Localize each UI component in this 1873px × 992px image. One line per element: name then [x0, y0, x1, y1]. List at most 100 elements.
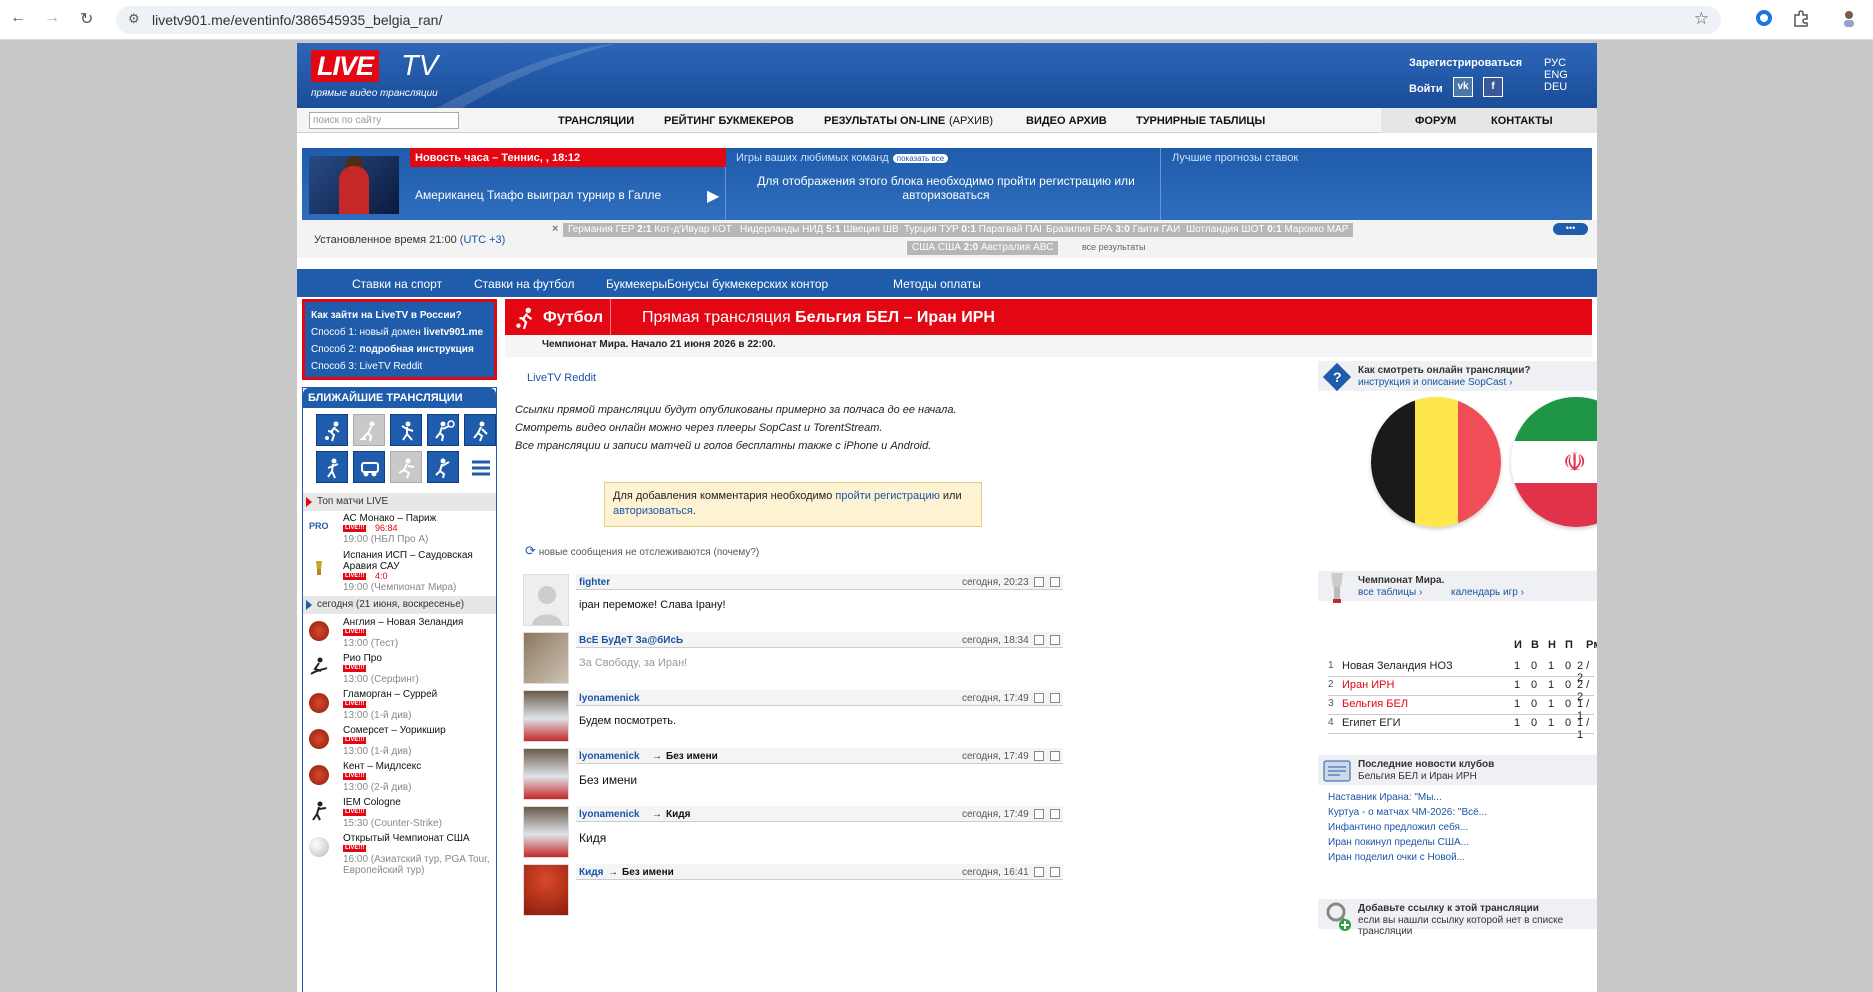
reply-icon[interactable]	[1034, 577, 1044, 587]
reply-to-user[interactable]: Без имени	[622, 867, 674, 878]
comment-author[interactable]: fighter	[579, 577, 610, 588]
calendar-link[interactable]: календарь игр ›	[1451, 587, 1524, 598]
subnav-payment-methods[interactable]: Методы оплаты	[893, 277, 981, 291]
nav-tournament-tables[interactable]: ТУРНИРНЫЕ ТАБЛИЦЫ	[1136, 115, 1265, 127]
site-info-icon[interactable]: ⚙	[128, 11, 140, 27]
profile-avatar-icon[interactable]	[1840, 9, 1858, 27]
ticker-chip[interactable]: Нидерланды НИД 5:1 Швеция ШВЕ	[735, 223, 911, 237]
comment-author[interactable]: ВсЕ БуДеТ За@бИсЬ	[579, 635, 683, 646]
left-sidebar: Как зайти на LiveTV в России? Способ 1: …	[297, 299, 502, 992]
comment-author[interactable]: lyonamenick	[579, 751, 640, 762]
bookmark-star-icon[interactable]: ☆	[1694, 9, 1709, 29]
volleyball-filter-icon[interactable]	[464, 414, 496, 446]
motorsport-filter-icon[interactable]	[353, 451, 385, 483]
nav-forum[interactable]: ФОРУМ	[1415, 115, 1456, 127]
sopcast-instruction-link[interactable]: инструкция и описание SopCast ›	[1358, 377, 1512, 388]
reddit-link[interactable]: LiveTV Reddit	[527, 372, 596, 384]
quote-icon[interactable]	[1050, 809, 1060, 819]
boxing-filter-icon[interactable]	[427, 451, 459, 483]
football-filter-icon[interactable]	[316, 414, 348, 446]
site-logo[interactable]: LIVE TV	[311, 50, 451, 82]
login-link[interactable]: Войти	[1409, 83, 1443, 95]
add-link-box[interactable]: Добавьте ссылку к этой трансляции если в…	[1318, 899, 1597, 937]
handball-filter-icon[interactable]	[390, 451, 422, 483]
subnav-bookmakers[interactable]: Букмекеры	[606, 277, 667, 291]
today-section[interactable]: сегодня (21 июня, воскресенье)	[303, 596, 496, 614]
reply-to-user[interactable]: Кидя	[666, 809, 690, 820]
subnav-bonuses[interactable]: Бонусы букмекерских контор	[667, 277, 828, 291]
reply-icon[interactable]	[1034, 809, 1044, 819]
nav-video-archive[interactable]: ВИДЕО АРХИВ	[1026, 115, 1107, 127]
address-bar[interactable]: ⚙ livetv901.me/eventinfo/386545935_belgi…	[116, 6, 1721, 34]
reload-icon[interactable]: ↻	[80, 9, 93, 29]
refresh-icon[interactable]: ⟳	[525, 543, 536, 558]
nav-broadcasts[interactable]: ТРАНСЛЯЦИИ	[558, 115, 634, 127]
site-search-input[interactable]: поиск по сайту	[309, 112, 459, 129]
comment-author[interactable]: lyonamenick	[579, 693, 640, 704]
reply-icon[interactable]	[1034, 867, 1044, 877]
hockey-filter-icon[interactable]	[353, 414, 385, 446]
why-link[interactable]: (почему?)	[714, 547, 760, 558]
site-header: LIVE TV прямые видео трансляции Зарегист…	[297, 43, 1597, 108]
nav-archive[interactable]: (АРХИВ)	[949, 115, 993, 127]
reddit-way-link[interactable]: Способ 3: LiveTV Reddit	[311, 358, 488, 375]
nav-live-results[interactable]: РЕЗУЛЬТАТЫ ON-LINE	[824, 115, 945, 127]
reply-arrow-icon: →	[608, 867, 618, 878]
all-results-link[interactable]: все результаты	[1082, 242, 1145, 252]
basketball-filter-icon[interactable]	[390, 414, 422, 446]
nav-bookmaker-rating[interactable]: РЕЙТИНГ БУКМЕКЕРОВ	[664, 115, 794, 127]
athletics-filter-icon[interactable]	[316, 451, 348, 483]
news-link[interactable]: Наставник Ирана: "Мы...	[1328, 792, 1442, 803]
reply-to-user[interactable]: Без имени	[666, 751, 718, 762]
comment-author[interactable]: lyonamenick	[579, 809, 640, 820]
timezone-link[interactable]: (UTC +3)	[460, 234, 506, 246]
news-next-arrow-icon[interactable]: ▶	[707, 186, 719, 206]
ticker-chip[interactable]: Германия ГЕР 2:1 Кот-д'Ивуар КОТ	[563, 223, 737, 237]
ticker-chip[interactable]: Турция ТУР 0:1 Парагвай ПАР	[899, 223, 1051, 237]
comment-author[interactable]: Кидя	[579, 867, 603, 878]
notice-login-link[interactable]: авторизоваться	[613, 505, 693, 517]
ticker-more-button[interactable]: •••	[1553, 223, 1588, 235]
notice-register-link[interactable]: пройти регистрацию	[835, 490, 939, 502]
reply-icon[interactable]	[1034, 751, 1044, 761]
news-link[interactable]: Инфантино предложил себя...	[1328, 822, 1468, 833]
menu-icon[interactable]	[464, 451, 496, 483]
quote-icon[interactable]	[1050, 577, 1060, 587]
ticker-chip[interactable]: Бразилия БРА 3:0 Гаити ГАИ	[1041, 223, 1186, 237]
extensions-puzzle-icon[interactable]	[1792, 9, 1810, 27]
new-domain-link[interactable]: livetv901.me	[424, 327, 484, 338]
subnav-football-betting[interactable]: Ставки на футбол	[474, 277, 575, 291]
quote-icon[interactable]	[1050, 693, 1060, 703]
forward-icon[interactable]: →	[44, 9, 60, 27]
lang-eng[interactable]: ENG	[1544, 69, 1568, 81]
register-link[interactable]: Зарегистрироваться	[1409, 57, 1522, 69]
nav-contacts[interactable]: КОНТАКТЫ	[1491, 115, 1553, 127]
lang-deu[interactable]: DEU	[1544, 81, 1568, 93]
ticker-chip[interactable]: Шотландия ШОТ 0:1 Марокко МАР	[1181, 223, 1354, 237]
subnav-sports-betting[interactable]: Ставки на спорт	[352, 277, 442, 291]
facebook-login-icon[interactable]: f	[1483, 77, 1503, 97]
instruction-link[interactable]: подробная инструкция	[360, 344, 474, 355]
quote-icon[interactable]	[1050, 751, 1060, 761]
vk-login-icon[interactable]: vk	[1453, 77, 1473, 97]
news-link[interactable]: Иран покинул пределы США...	[1328, 837, 1469, 848]
news-link[interactable]: Куртуа - о матчах ЧМ-2026: "Всё...	[1328, 807, 1487, 818]
table-row[interactable]: 4Египет ЕГИ10101 / 11	[1328, 712, 1594, 741]
ticker-chip[interactable]: США США 2:0 Австралия АВС	[907, 241, 1059, 255]
extension-icon[interactable]	[1755, 9, 1773, 27]
show-all-badge[interactable]: показать все	[892, 154, 949, 163]
lang-rus[interactable]: РУС	[1544, 57, 1568, 69]
ticker-close-icon[interactable]: ×	[552, 223, 558, 235]
news-link[interactable]: Иран поделил очки с Новой...	[1328, 852, 1465, 863]
quote-icon[interactable]	[1050, 867, 1060, 877]
back-icon[interactable]: ←	[10, 9, 26, 27]
news-headline[interactable]: Американец Тиафо выиграл турнир в Галле	[415, 188, 661, 202]
timezone-setting: Установленное время 21:00 (UTC +3)	[314, 234, 505, 246]
tennis-filter-icon[interactable]	[427, 414, 459, 446]
quote-icon[interactable]	[1050, 635, 1060, 645]
reply-icon[interactable]	[1034, 693, 1044, 703]
top-live-section[interactable]: Топ матчи LIVE	[303, 493, 496, 511]
hour-news[interactable]: Новость часа – Теннис, , 18:12 Американе…	[302, 148, 726, 220]
reply-icon[interactable]	[1034, 635, 1044, 645]
all-tables-link[interactable]: все таблицы ›	[1358, 587, 1422, 598]
